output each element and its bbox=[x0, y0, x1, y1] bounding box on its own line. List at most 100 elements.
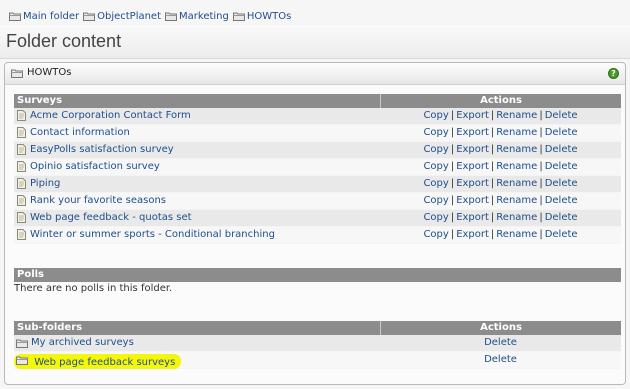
survey-actions: Copy | Export | Rename | Delete bbox=[380, 212, 621, 223]
breadcrumb-item-objectplanet[interactable]: ObjectPlanet bbox=[83, 11, 161, 22]
breadcrumb-item-main-folder[interactable]: Main folder bbox=[9, 11, 79, 22]
survey-actions: Copy | Export | Rename | Delete bbox=[380, 229, 621, 240]
rename-link[interactable]: Rename bbox=[496, 229, 537, 240]
survey-document-icon bbox=[16, 178, 27, 189]
export-link[interactable]: Export bbox=[456, 127, 489, 138]
subfolder-actions: Delete bbox=[380, 354, 621, 365]
survey-link[interactable]: Web page feedback - quotas set bbox=[16, 212, 192, 223]
copy-link[interactable]: Copy bbox=[423, 144, 448, 155]
title-bar: Folder content bbox=[0, 25, 630, 59]
panel-title: HOWTOs bbox=[11, 67, 71, 78]
rename-link[interactable]: Rename bbox=[496, 178, 537, 189]
copy-link[interactable]: Copy bbox=[423, 127, 448, 138]
survey-link[interactable]: Piping bbox=[16, 178, 60, 189]
delete-link[interactable]: Delete bbox=[545, 127, 578, 138]
action-separator: | bbox=[539, 212, 543, 223]
survey-document-icon bbox=[16, 229, 27, 240]
export-link[interactable]: Export bbox=[456, 178, 489, 189]
delete-link[interactable]: Delete bbox=[545, 195, 578, 206]
rename-link[interactable]: Rename bbox=[496, 127, 537, 138]
survey-row: Rank your favorite seasons Copy | Export | Re… bbox=[14, 193, 621, 210]
subfolder-actions: Delete bbox=[380, 337, 621, 348]
action-separator: | bbox=[539, 110, 543, 121]
surveys-header-label: Surveys bbox=[17, 95, 63, 106]
export-link[interactable]: Export bbox=[456, 229, 489, 240]
action-separator: | bbox=[539, 195, 543, 206]
rename-link[interactable]: Rename bbox=[496, 110, 537, 121]
rename-link[interactable]: Rename bbox=[496, 195, 537, 206]
survey-link[interactable]: Rank your favorite seasons bbox=[16, 195, 166, 206]
rename-link[interactable]: Rename bbox=[496, 161, 537, 172]
survey-row: Winter or summer sports - Conditional br… bbox=[14, 227, 621, 244]
action-separator: | bbox=[539, 161, 543, 172]
subfolder-link-my-archived-surveys[interactable]: My archived surveys bbox=[16, 337, 134, 348]
folder-icon bbox=[16, 355, 28, 365]
survey-link[interactable]: Acme Corporation Contact Form bbox=[16, 110, 191, 121]
polls-empty-text: There are no polls in this folder. bbox=[14, 283, 173, 294]
subfolders-header: Sub-folders Actions bbox=[14, 321, 621, 335]
subfolder-row: My archived surveys Delete bbox=[14, 335, 621, 352]
survey-document-icon bbox=[16, 195, 27, 206]
action-separator: | bbox=[539, 229, 543, 240]
folder-icon bbox=[165, 11, 178, 21]
delete-link[interactable]: Delete bbox=[545, 212, 578, 223]
delete-link[interactable]: Delete bbox=[545, 178, 578, 189]
survey-row: Contact information Copy | Export | Rename | De… bbox=[14, 125, 621, 142]
survey-actions: Copy | Export | Rename | Delete bbox=[380, 110, 621, 121]
export-link[interactable]: Export bbox=[456, 144, 489, 155]
subfolder-row: Web page feedback surveys Delete bbox=[14, 352, 621, 369]
survey-document-icon bbox=[16, 161, 27, 172]
folder-icon bbox=[9, 11, 21, 21]
survey-link[interactable]: EasyPolls satisfaction survey bbox=[16, 144, 174, 155]
breadcrumb: Main folder ObjectPlanet Marketing HOWTO… bbox=[9, 9, 295, 23]
survey-document-icon bbox=[16, 127, 27, 138]
copy-link[interactable]: Copy bbox=[423, 195, 448, 206]
survey-actions: Copy | Export | Rename | Delete bbox=[380, 161, 621, 172]
action-separator: | bbox=[539, 127, 543, 138]
polls-header: Polls bbox=[14, 268, 621, 282]
subfolders-actions-header: Actions bbox=[380, 321, 621, 335]
folder-panel: HOWTOs ? Surveys Actions Acme Corporatio… bbox=[4, 62, 626, 385]
export-link[interactable]: Export bbox=[456, 110, 489, 121]
survey-document-icon bbox=[16, 212, 27, 223]
survey-actions: Copy | Export | Rename | Delete bbox=[380, 178, 621, 189]
action-separator: | bbox=[539, 144, 543, 155]
copy-link[interactable]: Copy bbox=[423, 178, 448, 189]
delete-link[interactable]: Delete bbox=[545, 229, 578, 240]
action-separator: | bbox=[539, 178, 543, 189]
export-link[interactable]: Export bbox=[456, 161, 489, 172]
help-icon[interactable]: ? bbox=[608, 68, 619, 79]
survey-document-icon bbox=[16, 144, 27, 155]
rename-link[interactable]: Rename bbox=[496, 212, 537, 223]
delete-link[interactable]: Delete bbox=[545, 144, 578, 155]
export-link[interactable]: Export bbox=[456, 212, 489, 223]
survey-row: Web page feedback - quotas set Copy | Expor… bbox=[14, 210, 621, 227]
delete-link[interactable]: Delete bbox=[545, 161, 578, 172]
survey-link[interactable]: Opinio satisfaction survey bbox=[16, 161, 160, 172]
surveys-header: Surveys Actions bbox=[14, 94, 621, 108]
delete-link[interactable]: Delete bbox=[484, 337, 517, 348]
survey-link[interactable]: Winter or summer sports - Conditional br… bbox=[16, 229, 275, 240]
survey-row: EasyPolls satisfaction survey Copy | Export… bbox=[14, 142, 621, 159]
breadcrumb-item-howtos[interactable]: HOWTOs bbox=[232, 11, 291, 22]
folder-icon bbox=[16, 338, 28, 348]
export-link[interactable]: Export bbox=[456, 195, 489, 206]
copy-link[interactable]: Copy bbox=[423, 161, 448, 172]
survey-row: Opinio satisfaction survey Copy | Export | Re… bbox=[14, 159, 621, 176]
rename-link[interactable]: Rename bbox=[496, 144, 537, 155]
copy-link[interactable]: Copy bbox=[423, 229, 448, 240]
subfolder-link-web-page-feedback-surveys[interactable]: Web page feedback surveys bbox=[14, 354, 182, 369]
survey-document-icon bbox=[16, 110, 27, 121]
survey-link[interactable]: Contact information bbox=[16, 127, 130, 138]
copy-link[interactable]: Copy bbox=[423, 110, 448, 121]
surveys-actions-header: Actions bbox=[380, 94, 621, 108]
survey-actions: Copy | Export | Rename | Delete bbox=[380, 127, 621, 138]
folder-icon bbox=[232, 11, 245, 21]
folder-icon bbox=[11, 68, 23, 78]
page-title: Folder content bbox=[6, 31, 122, 51]
delete-link[interactable]: Delete bbox=[545, 110, 578, 121]
delete-link[interactable]: Delete bbox=[484, 354, 517, 365]
breadcrumb-item-marketing[interactable]: Marketing bbox=[165, 11, 229, 22]
copy-link[interactable]: Copy bbox=[423, 212, 448, 223]
survey-actions: Copy | Export | Rename | Delete bbox=[380, 195, 621, 206]
